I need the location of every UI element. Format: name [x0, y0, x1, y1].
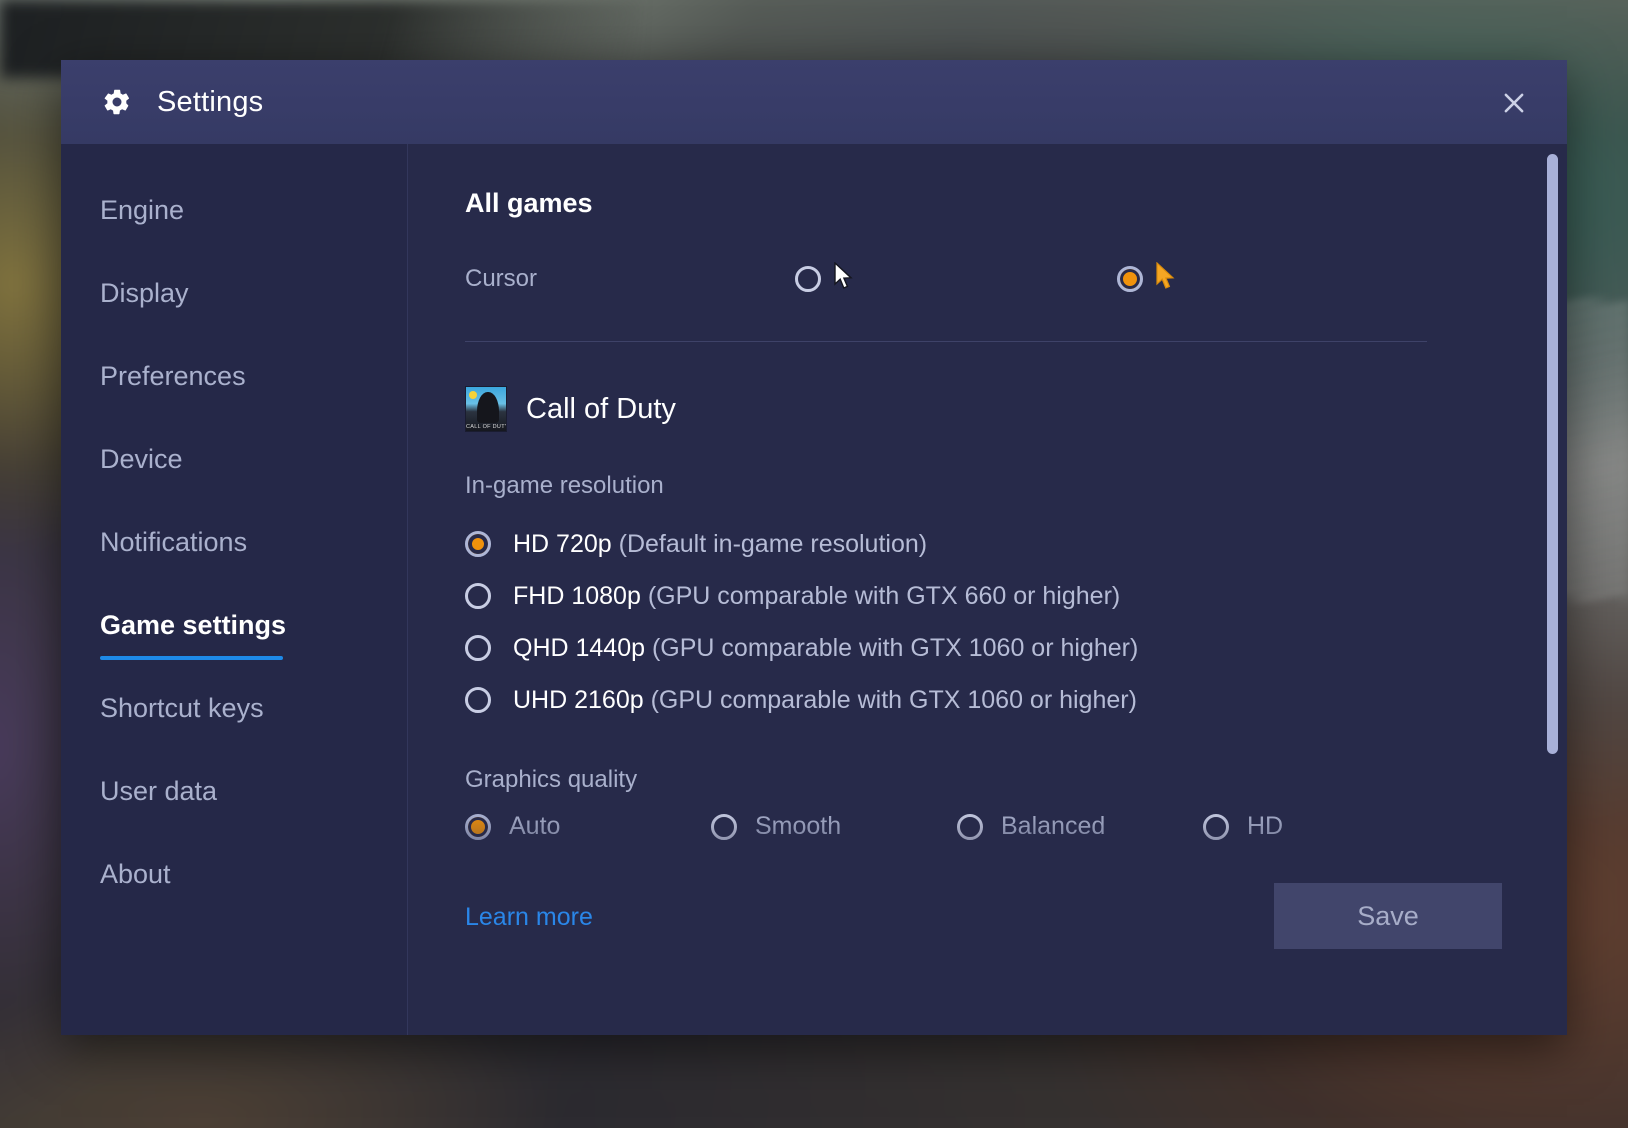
- graphics-quality-label: Graphics quality: [465, 766, 638, 793]
- resolution-note: (GPU comparable with GTX 1060 or higher): [650, 685, 1137, 714]
- call-of-duty-game-icon: CALL OF DUTY: [465, 386, 507, 432]
- resolution-name: FHD 1080p: [513, 581, 641, 610]
- resolution-name: QHD 1440p: [513, 633, 646, 662]
- settings-content-pane: All games Cursor CALL OF DUTY Call of Du…: [408, 144, 1567, 1035]
- dialog-titlebar: Settings: [61, 60, 1567, 144]
- sidebar-item-device[interactable]: Device: [61, 446, 407, 529]
- game-name: Call of Duty: [526, 392, 676, 425]
- sidebar-item-label: Engine: [100, 195, 185, 225]
- sidebar-item-game-settings[interactable]: Game settings: [61, 612, 407, 695]
- resolution-option-fhd1080p[interactable]: FHD 1080p (GPU comparable with GTX 660 o…: [465, 570, 1487, 622]
- sidebar-item-label: Preferences: [100, 361, 246, 391]
- game-icon-figure: [477, 392, 499, 423]
- sidebar-item-label: Shortcut keys: [100, 693, 264, 723]
- default-cursor-arrow-icon: [833, 260, 855, 297]
- dialog-title: Settings: [157, 85, 264, 118]
- quality-option-smooth[interactable]: Smooth: [711, 812, 957, 841]
- sidebar-item-label: Device: [100, 444, 183, 474]
- sidebar-item-label: About: [100, 859, 171, 889]
- radio-quality-auto[interactable]: [465, 813, 491, 840]
- all-games-heading: All games: [465, 188, 593, 218]
- graphics-quality-options: Auto Smooth Balanced HD: [465, 812, 1487, 841]
- quality-label: Balanced: [1001, 812, 1106, 840]
- quality-label: HD: [1247, 812, 1284, 840]
- radio-quality-smooth[interactable]: [711, 813, 737, 840]
- section-divider: [465, 341, 1427, 342]
- sidebar-item-label: User data: [100, 776, 218, 806]
- radio-resolution-fhd1080p[interactable]: [465, 583, 491, 609]
- game-header: CALL OF DUTY Call of Duty: [465, 386, 1487, 432]
- resolution-note: (GPU comparable with GTX 660 or higher): [647, 581, 1121, 610]
- vertical-scrollbar-thumb[interactable]: [1547, 154, 1558, 754]
- radio-quality-balanced[interactable]: [957, 813, 983, 840]
- cursor-setting-label: Cursor: [465, 265, 538, 292]
- resolution-option-hd720p[interactable]: HD 720p (Default in-game resolution): [465, 518, 1487, 570]
- settings-sidebar: Engine Display Preferences Device Notifi…: [61, 144, 408, 1035]
- quality-label: Auto: [509, 812, 561, 840]
- cursor-option-default[interactable]: [795, 260, 855, 297]
- sidebar-item-label: Display: [100, 278, 189, 308]
- resolution-name: UHD 2160p: [513, 685, 644, 714]
- sidebar-item-notifications[interactable]: Notifications: [61, 529, 407, 612]
- resolution-note: (Default in-game resolution): [618, 529, 928, 558]
- sidebar-item-shortcut-keys[interactable]: Shortcut keys: [61, 695, 407, 778]
- resolution-option-qhd1440p[interactable]: QHD 1440p (GPU comparable with GTX 1060 …: [465, 622, 1487, 674]
- sidebar-item-display[interactable]: Display: [61, 280, 407, 363]
- cursor-setting-row: Cursor: [465, 253, 1487, 305]
- resolution-name: HD 720p: [513, 529, 612, 558]
- sidebar-item-preferences[interactable]: Preferences: [61, 363, 407, 446]
- game-icon-sun: [469, 391, 477, 399]
- radio-cursor-default[interactable]: [795, 266, 821, 292]
- sidebar-item-about[interactable]: About: [61, 861, 407, 944]
- learn-more-link[interactable]: Learn more: [465, 903, 593, 932]
- highlight-cursor-arrow-icon: [1155, 261, 1177, 297]
- quality-label: Smooth: [755, 812, 842, 840]
- resolution-option-uhd2160p[interactable]: UHD 2160p (GPU comparable with GTX 1060 …: [465, 674, 1487, 726]
- cursor-option-highlight[interactable]: [1117, 261, 1177, 297]
- close-icon[interactable]: [1497, 86, 1531, 120]
- save-button[interactable]: Save: [1274, 883, 1502, 949]
- gear-icon: [102, 87, 132, 117]
- game-icon-caption: CALL OF DUTY: [466, 424, 507, 430]
- dialog-footer: Learn more Save: [408, 875, 1567, 1035]
- sidebar-item-engine[interactable]: Engine: [61, 197, 407, 280]
- sidebar-item-label: Game settings: [100, 610, 287, 640]
- active-underline: [100, 656, 283, 660]
- quality-option-auto[interactable]: Auto: [465, 812, 711, 841]
- settings-dialog: Settings Engine Display Preferences Devi…: [61, 60, 1567, 1035]
- radio-resolution-uhd2160p[interactable]: [465, 687, 491, 713]
- radio-resolution-qhd1440p[interactable]: [465, 635, 491, 661]
- radio-quality-hd[interactable]: [1203, 813, 1229, 840]
- quality-option-balanced[interactable]: Balanced: [957, 812, 1203, 841]
- radio-cursor-highlight[interactable]: [1117, 266, 1143, 292]
- quality-option-hd[interactable]: HD: [1203, 812, 1449, 841]
- dialog-body: Engine Display Preferences Device Notifi…: [61, 144, 1567, 1035]
- radio-resolution-hd720p[interactable]: [465, 531, 491, 557]
- sidebar-item-user-data[interactable]: User data: [61, 778, 407, 861]
- in-game-resolution-label: In-game resolution: [465, 472, 664, 499]
- resolution-note: (GPU comparable with GTX 1060 or higher): [651, 633, 1139, 662]
- sidebar-item-label: Notifications: [100, 527, 248, 557]
